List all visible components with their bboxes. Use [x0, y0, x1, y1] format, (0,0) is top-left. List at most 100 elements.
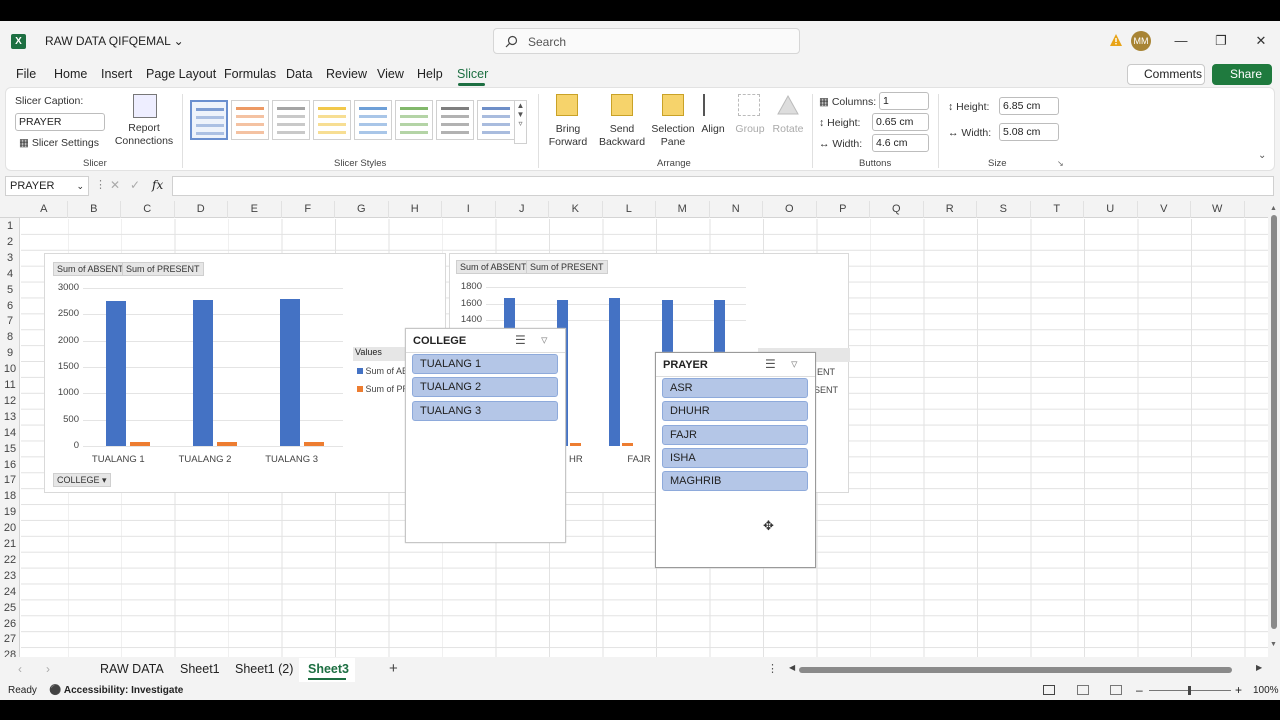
column-header-r[interactable]: R — [924, 201, 977, 218]
menu-view[interactable]: View — [377, 67, 404, 81]
slicer-style-swatch[interactable] — [231, 100, 269, 140]
row-header-4[interactable]: 4 — [0, 266, 20, 282]
menu-help[interactable]: Help — [417, 67, 443, 81]
menu-home[interactable]: Home — [54, 67, 87, 81]
warning-icon[interactable] — [1109, 33, 1123, 47]
zoom-slider-thumb[interactable] — [1188, 686, 1191, 695]
scroll-right-icon[interactable]: ▶ — [1256, 663, 1262, 672]
slicer-style-swatch[interactable] — [395, 100, 433, 140]
row-header-12[interactable]: 12 — [0, 393, 20, 409]
slicer-item-prayer[interactable]: MAGHRIB — [662, 471, 808, 492]
avatar[interactable]: MM — [1131, 31, 1151, 51]
bar-present[interactable] — [217, 442, 237, 446]
slicer-style-swatch[interactable] — [190, 100, 228, 140]
report-connections-button[interactable]: Report Connections — [112, 122, 176, 148]
menu-review[interactable]: Review — [326, 67, 367, 81]
row-header-28[interactable]: 28 — [0, 647, 20, 657]
row-header-13[interactable]: 13 — [0, 409, 20, 425]
size-width-input[interactable]: 5.08 cm — [999, 123, 1059, 141]
column-header-f[interactable]: F — [282, 201, 335, 218]
column-header-t[interactable]: T — [1031, 201, 1084, 218]
column-header-o[interactable]: O — [763, 201, 817, 218]
column-header-e[interactable]: E — [228, 201, 282, 218]
row-header-23[interactable]: 23 — [0, 568, 20, 584]
row-header-11[interactable]: 11 — [0, 377, 20, 393]
sheet-tab-sheet3[interactable]: Sheet3 — [308, 662, 349, 676]
column-header-q[interactable]: Q — [870, 201, 924, 218]
column-header-j[interactable]: J — [496, 201, 549, 218]
column-header-m[interactable]: M — [656, 201, 710, 218]
column-header-v[interactable]: V — [1138, 201, 1191, 218]
row-header-21[interactable]: 21 — [0, 536, 20, 552]
columns-input[interactable]: 1 — [879, 92, 929, 110]
row-header-6[interactable]: 6 — [0, 298, 20, 314]
slicer-style-swatch[interactable] — [272, 100, 310, 140]
row-header-10[interactable]: 10 — [0, 361, 20, 377]
column-header-u[interactable]: U — [1084, 201, 1138, 218]
row-header-27[interactable]: 27 — [0, 631, 20, 647]
row-header-16[interactable]: 16 — [0, 457, 20, 473]
menu-file[interactable]: File — [16, 67, 36, 81]
close-icon[interactable]: ✕ — [1246, 29, 1276, 53]
row-header-7[interactable]: 7 — [0, 313, 20, 329]
enter-icon[interactable]: ✓ — [130, 178, 140, 192]
axis-button-college[interactable]: COLLEGE ▾ — [53, 473, 111, 487]
slicer-item-college[interactable]: TUALANG 3 — [412, 400, 558, 421]
vertical-scrollbar[interactable]: ▲ ▼ — [1268, 201, 1280, 657]
column-header-k[interactable]: K — [549, 201, 603, 218]
zoom-in-icon[interactable]: + — [1235, 683, 1242, 697]
slicer-item-college[interactable]: TUALANG 2 — [412, 377, 558, 398]
slicer-caption-input[interactable]: PRAYER — [15, 113, 105, 131]
selection-pane-button[interactable]: Selection Pane — [646, 123, 700, 149]
accessibility-status[interactable]: ⚫ Accessibility: Investigate — [49, 685, 183, 696]
multi-select-icon[interactable]: ☰ — [765, 357, 776, 371]
formula-input[interactable] — [172, 176, 1274, 196]
clear-filter-icon[interactable]: ▿ — [791, 356, 798, 372]
column-header-i[interactable]: I — [442, 201, 496, 218]
sheet-tab-raw-data[interactable]: RAW DATA — [100, 662, 164, 676]
size-dialog-launcher-icon[interactable]: ↘ — [1057, 159, 1064, 168]
slicer-style-swatch[interactable] — [436, 100, 474, 140]
collapse-ribbon-icon[interactable]: ⌄ — [1258, 150, 1266, 161]
styles-scroll[interactable]: ▲ ▼ ▿ — [514, 100, 527, 144]
minimize-icon[interactable]: — — [1166, 29, 1196, 53]
row-header-25[interactable]: 25 — [0, 600, 20, 616]
send-backward-button[interactable]: Send Backward — [594, 123, 650, 149]
bar-present[interactable] — [130, 442, 151, 446]
pivot-chart-college[interactable]: Sum of ABSENT Sum of PRESENT 3000 2500 200… — [44, 253, 448, 493]
comments-button[interactable]: Comments — [1127, 64, 1205, 85]
slicer-style-swatch[interactable] — [313, 100, 351, 140]
formula-options-icon[interactable]: ⋮ — [95, 178, 106, 191]
row-header-22[interactable]: 22 — [0, 552, 20, 568]
bar-absent[interactable] — [279, 299, 300, 446]
row-header-2[interactable]: 2 — [0, 234, 20, 250]
column-header-p[interactable]: P — [817, 201, 870, 218]
bring-forward-button[interactable]: Bring Forward — [542, 123, 594, 149]
restore-icon[interactable]: ❐ — [1206, 29, 1236, 53]
row-header-8[interactable]: 8 — [0, 329, 20, 345]
rotate-button[interactable]: Rotate — [768, 123, 808, 136]
name-box[interactable]: PRAYER ⌄ — [5, 176, 89, 196]
row-header-15[interactable]: 15 — [0, 441, 20, 457]
slicer-item-prayer[interactable]: DHUHR — [662, 401, 808, 422]
row-header-3[interactable]: 3 — [0, 250, 20, 266]
zoom-level[interactable]: 100% — [1253, 685, 1279, 696]
search-box[interactable]: Search — [493, 28, 800, 54]
scroll-left-icon[interactable]: ◀ — [789, 663, 795, 672]
row-header-17[interactable]: 17 — [0, 472, 20, 488]
bar-present[interactable] — [569, 443, 581, 446]
page-break-view-icon[interactable] — [1110, 685, 1122, 695]
menu-insert[interactable]: Insert — [101, 67, 132, 81]
menu-formulas[interactable]: Formulas — [224, 67, 276, 81]
column-header-a[interactable]: A — [21, 201, 68, 218]
bar-absent[interactable] — [106, 301, 127, 446]
row-header-1[interactable]: 1 — [0, 218, 20, 234]
button-height-input[interactable]: 0.65 cm — [872, 113, 929, 131]
bar-present[interactable] — [622, 443, 633, 446]
row-header-18[interactable]: 18 — [0, 488, 20, 504]
column-header-c[interactable]: C — [121, 201, 175, 218]
multi-select-icon[interactable]: ☰ — [515, 333, 526, 347]
sheet-tab-sheet1-2[interactable]: Sheet1 (2) — [235, 662, 293, 676]
cancel-icon[interactable]: ✕ — [110, 178, 120, 192]
menu-page-layout[interactable]: Page Layout — [146, 67, 216, 81]
